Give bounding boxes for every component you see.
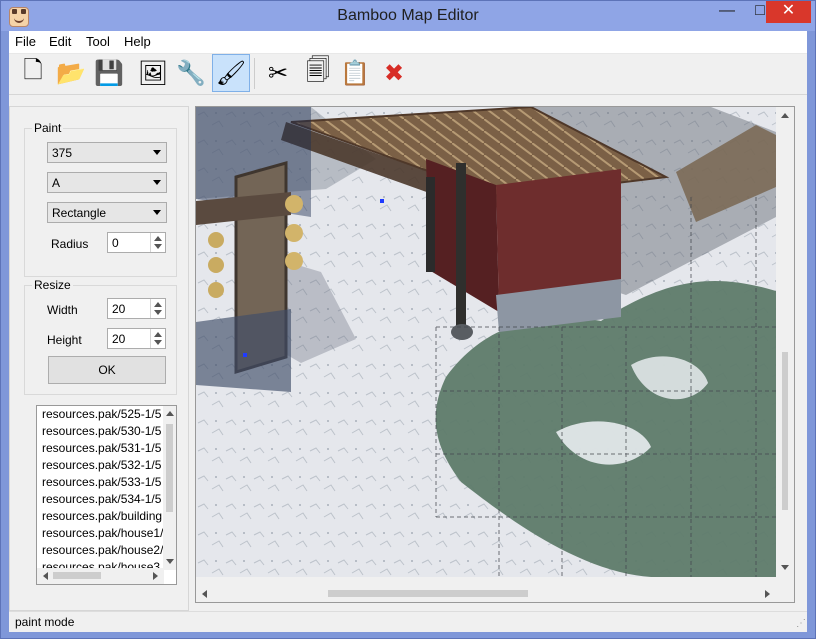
map-horizontal-scrollbar[interactable]	[196, 585, 776, 602]
resize-title: Resize	[32, 278, 73, 292]
radius-stepper[interactable]: 0	[107, 232, 166, 253]
list-item[interactable]: resources.pak/534-1/5	[42, 492, 161, 509]
scroll-corner	[777, 585, 794, 602]
tower-base	[196, 309, 291, 392]
tools-panel: Paint 375 A Rectangle Radius 0 Resize Wi…	[9, 106, 189, 611]
height-label: Height	[47, 333, 82, 347]
lantern	[208, 257, 224, 273]
pillar	[456, 163, 466, 333]
chevron-up-icon	[154, 302, 162, 307]
radius-spin-buttons[interactable]	[150, 233, 165, 252]
pillar	[426, 177, 435, 272]
scroll-thumb[interactable]	[782, 352, 788, 510]
lantern	[285, 252, 303, 270]
lantern	[285, 224, 303, 242]
resource-list-hscrollbar[interactable]	[37, 568, 164, 584]
list-item[interactable]: resources.pak/house2/	[42, 543, 163, 560]
width-spin-buttons[interactable]	[150, 299, 165, 318]
chevron-down-icon	[153, 180, 161, 185]
chevron-down-icon	[154, 340, 162, 345]
height-value: 20	[112, 332, 126, 346]
client-area: File Edit Tool Help 🗋 📂 💾 🖼 🔧 🖌 ✂ 🗐 📋 ✖ …	[9, 31, 807, 632]
map-vertical-scrollbar[interactable]	[777, 107, 794, 577]
menu-bar: File Edit Tool Help	[9, 31, 807, 54]
scroll-up-icon[interactable]	[781, 113, 789, 118]
height-spin-buttons[interactable]	[150, 329, 165, 348]
resource-list-scrollbar[interactable]	[163, 406, 176, 570]
layer-select[interactable]: A	[47, 172, 167, 193]
chevron-down-icon	[153, 210, 161, 215]
delete-icon[interactable]: ✖	[375, 54, 413, 92]
chevron-down-icon	[154, 244, 162, 249]
image-icon[interactable]: 🖼	[134, 54, 172, 92]
paint-title: Paint	[32, 121, 64, 135]
shape-select[interactable]: Rectangle	[47, 202, 167, 223]
copy-icon[interactable]: 🗐	[299, 54, 337, 92]
tile-value: 375	[52, 146, 73, 160]
list-item[interactable]: resources.pak/house1/	[42, 526, 163, 543]
list-item[interactable]: resources.pak/530-1/5	[42, 424, 161, 441]
ok-button[interactable]: OK	[48, 356, 166, 384]
chevron-down-icon	[154, 310, 162, 315]
scroll-right-icon[interactable]	[765, 590, 770, 598]
map-viewport	[195, 106, 795, 603]
list-item[interactable]: resources.pak/525-1/5	[42, 407, 161, 424]
wrench-icon[interactable]: 🔧	[172, 54, 210, 92]
chevron-up-icon	[154, 236, 162, 241]
list-item[interactable]: resources.pak/531-1/5	[42, 441, 161, 458]
chevron-up-icon	[154, 332, 162, 337]
pillar-base	[451, 324, 473, 340]
lantern	[208, 232, 224, 248]
menu-file[interactable]: File	[15, 34, 36, 49]
paste-icon[interactable]: 📋	[336, 54, 374, 92]
resource-list[interactable]: resources.pak/525-1/5 resources.pak/530-…	[36, 405, 177, 585]
map-scene[interactable]	[196, 107, 776, 577]
brush-icon[interactable]: 🖌	[212, 54, 250, 92]
open-folder-icon[interactable]: 📂	[52, 54, 90, 92]
toolbar: 🗋 📂 💾 🖼 🔧 🖌 ✂ 🗐 📋 ✖	[9, 54, 807, 95]
resize-grip-icon[interactable]: ⋰	[794, 619, 806, 631]
status-text: paint mode	[15, 615, 75, 629]
window-title: Bamboo Map Editor	[337, 7, 479, 24]
menu-edit[interactable]: Edit	[49, 34, 71, 49]
list-item[interactable]: resources.pak/532-1/5	[42, 458, 161, 475]
title-bar: Bamboo Map Editor — □ ✕	[1, 1, 815, 31]
scroll-thumb[interactable]	[53, 572, 101, 579]
scroll-left-icon[interactable]	[43, 572, 48, 580]
scroll-left-icon[interactable]	[202, 590, 207, 598]
status-bar: paint mode ⋰	[9, 611, 807, 632]
radius-value: 0	[112, 236, 119, 250]
new-document-icon[interactable]: 🗋	[14, 54, 52, 92]
height-stepper[interactable]: 20	[107, 328, 166, 349]
radius-label: Radius	[51, 237, 89, 251]
selection-marker	[243, 353, 247, 357]
scroll-up-icon[interactable]	[166, 411, 174, 416]
shape-value: Rectangle	[52, 206, 107, 220]
close-button[interactable]: ✕	[766, 1, 811, 23]
scroll-right-icon[interactable]	[153, 572, 158, 580]
scroll-down-icon[interactable]	[166, 559, 174, 564]
scroll-thumb[interactable]	[328, 590, 528, 597]
layer-value: A	[52, 176, 61, 190]
scroll-thumb[interactable]	[166, 424, 173, 512]
scroll-down-icon[interactable]	[781, 565, 789, 570]
menu-tool[interactable]: Tool	[86, 34, 110, 49]
chevron-down-icon	[153, 150, 161, 155]
scissors-icon[interactable]: ✂	[259, 54, 297, 92]
map-canvas[interactable]	[196, 107, 776, 577]
toolbar-separator	[254, 58, 255, 89]
selection-marker	[380, 199, 384, 203]
tile-select[interactable]: 375	[47, 142, 167, 163]
width-value: 20	[112, 302, 126, 316]
list-item[interactable]: resources.pak/533-1/5	[42, 475, 161, 492]
menu-help[interactable]: Help	[124, 34, 151, 49]
lantern	[285, 195, 303, 213]
minimize-button[interactable]: —	[711, 1, 743, 23]
application-window: Bamboo Map Editor — □ ✕ File Edit Tool H…	[0, 0, 816, 639]
list-item[interactable]: resources.pak/building	[42, 509, 162, 526]
save-icon[interactable]: 💾	[90, 54, 128, 92]
width-stepper[interactable]: 20	[107, 298, 166, 319]
width-label: Width	[47, 303, 78, 317]
lantern	[208, 282, 224, 298]
